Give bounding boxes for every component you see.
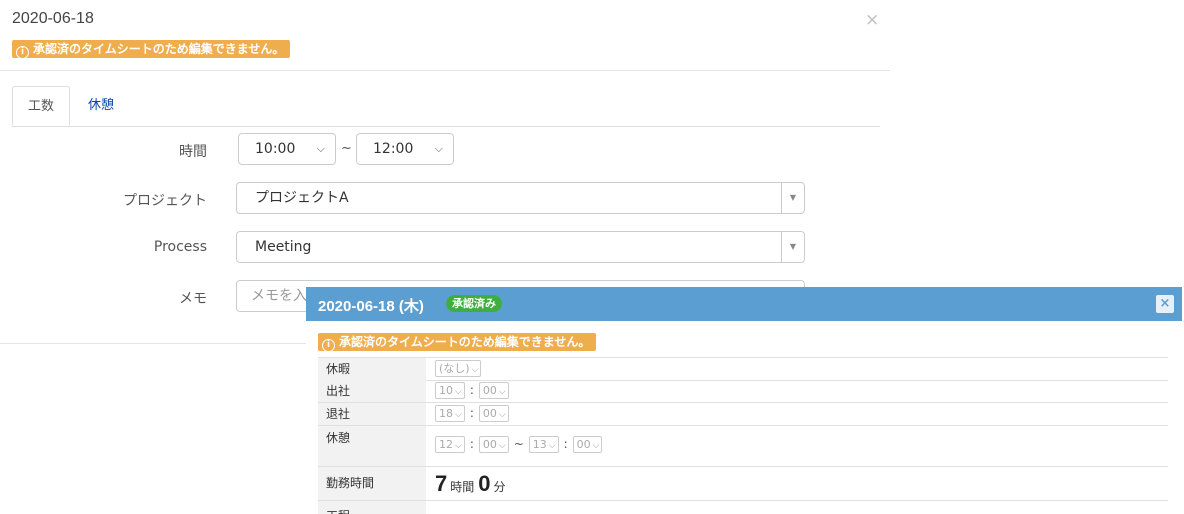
time-end-select[interactable]: 12:00 ⌵	[356, 133, 454, 165]
clock-in-hour: 10	[439, 384, 453, 397]
break-start-minute-select[interactable]: 00 ⌵	[478, 436, 509, 453]
time-start-value: 10:00	[255, 141, 296, 157]
close-icon[interactable]: ×	[865, 10, 879, 30]
tab-bar: 工数 休憩	[12, 86, 880, 127]
process-row-label: 工程	[318, 501, 426, 514]
break-label: 休憩	[318, 426, 426, 466]
break-end-hour-select[interactable]: 13 ⌵	[528, 436, 559, 453]
clock-out-label: 退社	[318, 403, 426, 425]
clock-in-minute-select[interactable]: 00 ⌵	[478, 382, 509, 399]
process-select[interactable]: Meeting ▼	[236, 231, 805, 263]
time-start-select[interactable]: 10:00 ⌵	[238, 133, 336, 165]
dialog-title: 2020-06-18 (木)	[318, 298, 424, 315]
work-minutes-value: 0	[478, 471, 491, 496]
break-start-hour: 12	[439, 438, 453, 451]
chevron-down-icon: ⌵	[471, 365, 479, 375]
approved-warning-badge: i 承認済のタイムシートのため編集できません。	[12, 40, 291, 59]
work-time-label: 勤務時間	[318, 467, 426, 500]
break-start-hour-select[interactable]: 12 ⌵	[435, 436, 465, 453]
clock-out-minute: 00	[482, 407, 497, 420]
approved-warning-badge: i 承認済のタイムシートのため編集できません。	[318, 333, 597, 352]
work-hours-value: 7	[435, 471, 448, 496]
modal-date-title: 2020-06-18	[12, 10, 94, 27]
clock-in-hour-select[interactable]: 10 ⌵	[435, 382, 465, 399]
table-row: 休暇 (なし) ⌵	[318, 357, 1168, 381]
break-start-minute: 00	[482, 438, 497, 451]
warning-text: 承認済のタイムシートのため編集できません。	[339, 335, 591, 349]
table-row: 勤務時間 7 時間 0 分	[318, 467, 1168, 501]
break-end-hour: 13	[532, 438, 547, 451]
tab-break[interactable]: 休憩	[88, 86, 114, 126]
process-value: Meeting	[255, 239, 312, 255]
table-row: 出社 10 ⌵:00 ⌵	[318, 380, 1168, 403]
break-end-minute: 00	[576, 438, 591, 451]
table-row: 休憩 12 ⌵:00 ⌵ ~13 ⌵:00 ⌵	[318, 426, 1168, 467]
dialog-header: 2020-06-18 (木) 承認済み ×	[306, 287, 1182, 321]
time-separator: ~	[341, 141, 352, 156]
project-value: プロジェクトA	[255, 190, 349, 206]
chevron-down-icon: ⌵	[498, 410, 506, 420]
chevron-down-icon: ⌵	[455, 410, 462, 420]
project-select[interactable]: プロジェクトA ▼	[236, 182, 805, 214]
close-icon[interactable]: ×	[1156, 295, 1174, 313]
break-separator: ~	[513, 437, 524, 451]
chevron-down-icon: ⌵	[592, 441, 600, 451]
chevron-down-icon: ⌵	[498, 441, 506, 451]
chevron-down-icon: ⌵	[316, 142, 325, 155]
clock-out-minute-select[interactable]: 00 ⌵	[478, 405, 509, 422]
chevron-down-icon: ▼	[781, 232, 804, 262]
break-end-minute-select[interactable]: 00 ⌵	[572, 436, 603, 453]
time-label: 時間	[179, 144, 207, 160]
chevron-down-icon: ⌵	[455, 441, 462, 451]
footer-divider	[0, 343, 310, 344]
info-icon: i	[16, 46, 29, 59]
clock-in-minute: 00	[482, 384, 497, 397]
leave-label: 休暇	[318, 358, 426, 380]
table-row: 退社 18 ⌵:00 ⌵	[318, 403, 1168, 426]
work-hours-unit: 時間	[450, 480, 475, 494]
table-row: 工程	[318, 501, 1168, 514]
daily-attendance-dialog: 2020-06-18 (木) 承認済み × i 承認済のタイムシートのため編集でき…	[306, 287, 1182, 514]
chevron-down-icon: ▼	[781, 183, 804, 213]
process-label: Process	[153, 239, 207, 255]
chevron-down-icon: ⌵	[434, 142, 443, 155]
info-icon: i	[322, 339, 335, 352]
approved-status-badge: 承認済み	[446, 295, 502, 312]
chevron-down-icon: ⌵	[455, 387, 462, 397]
time-end-value: 12:00	[373, 141, 414, 157]
clock-out-hour: 18	[439, 407, 453, 420]
clock-out-hour-select[interactable]: 18 ⌵	[435, 405, 465, 422]
leave-select[interactable]: (なし) ⌵	[435, 360, 482, 377]
work-minutes-unit: 分	[493, 480, 506, 494]
header-divider	[0, 70, 890, 71]
tab-man-hours[interactable]: 工数	[12, 86, 70, 126]
project-label: プロジェクト	[123, 193, 207, 209]
chevron-down-icon: ⌵	[548, 441, 556, 451]
clock-in-label: 出社	[318, 380, 426, 402]
memo-label: メモ	[179, 291, 207, 307]
warning-text: 承認済のタイムシートのため編集できません。	[33, 42, 285, 56]
leave-value: (なし)	[439, 362, 470, 375]
chevron-down-icon: ⌵	[498, 387, 506, 397]
